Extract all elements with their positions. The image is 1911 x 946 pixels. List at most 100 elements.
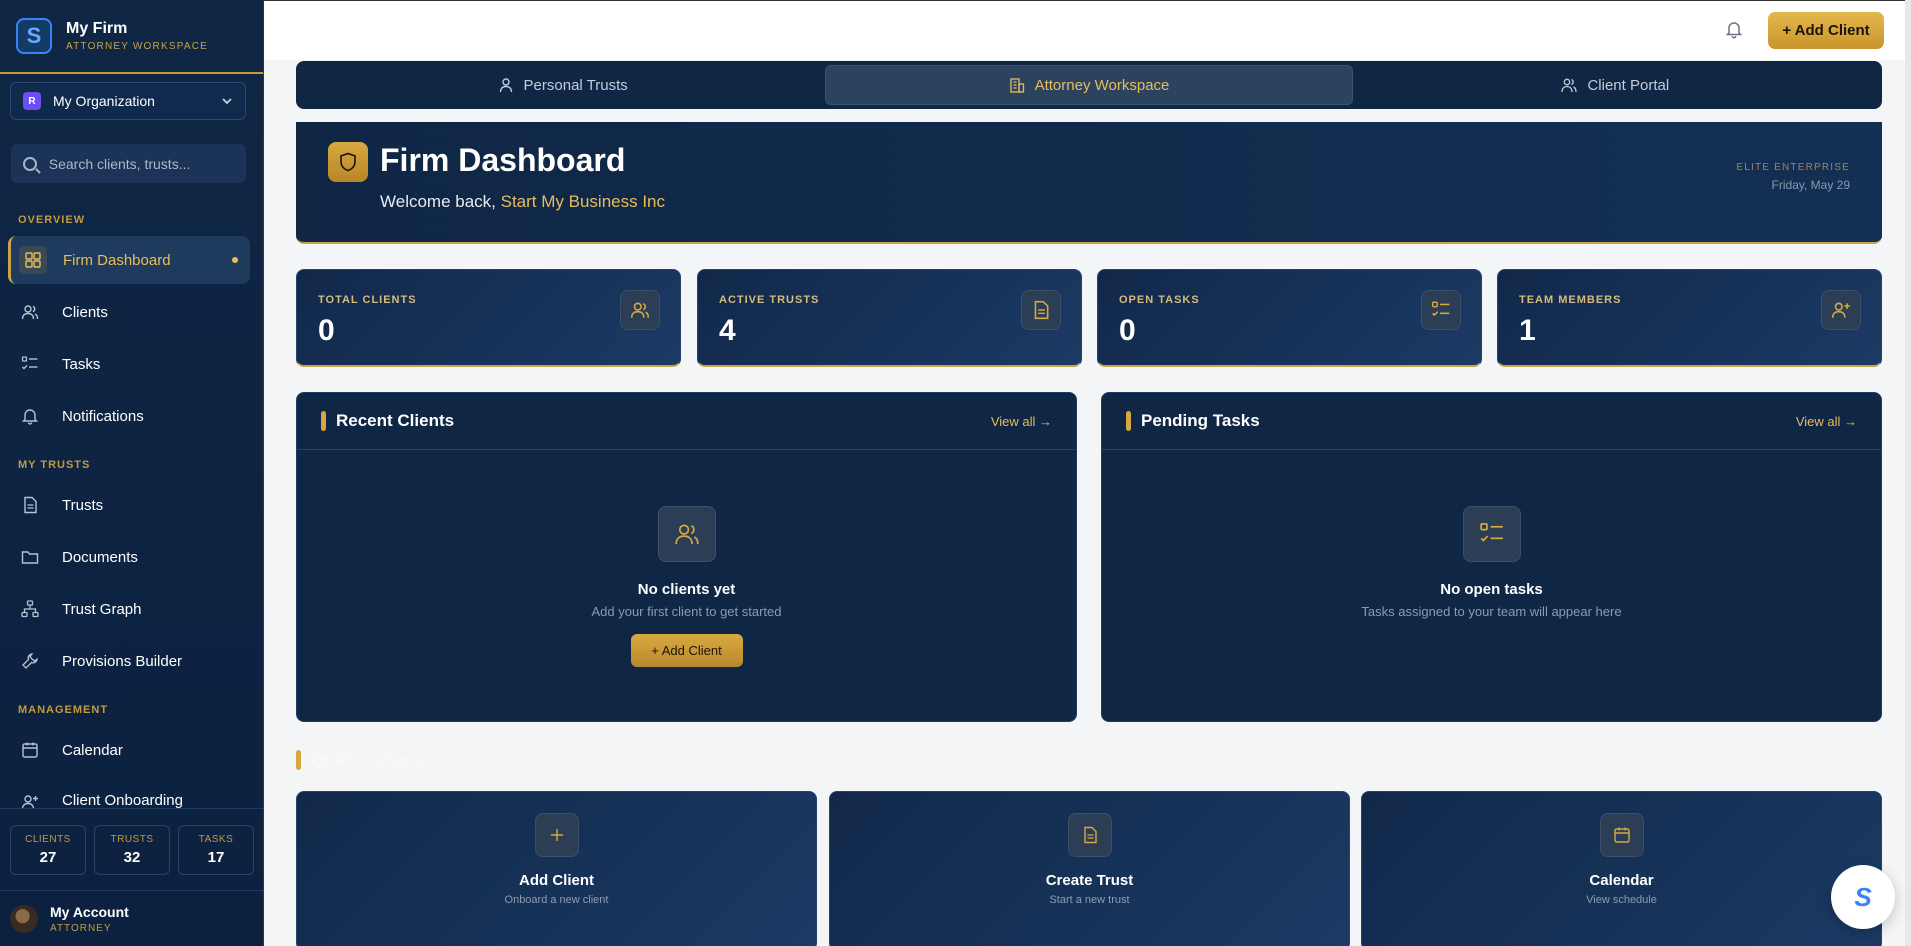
brand-header[interactable]: S My Firm ATTORNEY WORKSPACE (0, 0, 263, 74)
account-role: ATTORNEY (50, 922, 112, 934)
sidebar: S My Firm ATTORNEY WORKSPACE R My Organi… (0, 0, 264, 946)
brand-subtitle: ATTORNEY WORKSPACE (66, 41, 208, 52)
kpi-value: 1 (1519, 314, 1536, 347)
kpi-team-members[interactable]: TEAM MEMBERS 1 (1497, 269, 1882, 367)
quick-actions-heading: Quick Actions (296, 750, 425, 770)
stat-label: TASKS (198, 834, 234, 845)
stat-value: 27 (39, 849, 57, 866)
kpi-label: OPEN TASKS (1119, 294, 1200, 306)
empty-state-title: No open tasks (1440, 581, 1543, 598)
users-icon (620, 290, 660, 330)
pending-tasks-panel: Pending Tasks View all → No open tasks T… (1101, 392, 1882, 722)
calendar-icon (1599, 813, 1644, 857)
stat-label: TRUSTS (110, 834, 154, 845)
chevron-down-icon (222, 98, 232, 105)
plan-tier-badge: ELITE ENTERPRISE (1736, 162, 1850, 173)
bell-icon[interactable] (1724, 19, 1744, 39)
sidebar-item-client-onboarding[interactable]: Client Onboarding (8, 778, 250, 808)
brand-logo-icon: S (16, 18, 52, 54)
stat-tasks[interactable]: TASKS 17 (178, 825, 254, 875)
quick-action-subtitle: Start a new trust (1049, 894, 1130, 906)
kpi-value: 4 (719, 314, 736, 347)
quick-action-add-client[interactable]: Add Client Onboard a new client (296, 791, 817, 946)
organization-selector[interactable]: R My Organization (10, 82, 246, 120)
sidebar-item-trusts[interactable]: Trusts (8, 481, 250, 529)
search-box[interactable] (11, 144, 246, 183)
add-client-empty-button[interactable]: + Add Client (630, 634, 743, 667)
kpi-active-trusts[interactable]: ACTIVE TRUSTS 4 (697, 269, 1082, 367)
user-plus-icon (1821, 290, 1861, 330)
sidebar-item-firm-dashboard[interactable]: Firm Dashboard (8, 236, 250, 284)
quick-action-title: Add Client (519, 872, 594, 889)
quick-action-title: Create Trust (1045, 872, 1134, 889)
stat-trusts[interactable]: TRUSTS 32 (94, 825, 170, 875)
tab-label: Personal Trusts (523, 76, 628, 94)
quick-action-subtitle: View schedule (1586, 894, 1657, 906)
checklist-icon (20, 354, 40, 374)
user-icon (498, 77, 514, 93)
quick-action-calendar[interactable]: Calendar View schedule (1361, 791, 1882, 946)
current-date: Friday, May 29 (1771, 178, 1850, 192)
sidebar-item-calendar[interactable]: Calendar (8, 726, 250, 774)
welcome-name: Start My Business Inc (500, 192, 666, 211)
topbar: + Add Client (264, 0, 1911, 60)
kpi-value: 0 (1119, 314, 1136, 347)
stat-value: 32 (123, 849, 141, 866)
bell-icon (20, 406, 40, 426)
view-all-clients-link[interactable]: View all → (991, 414, 1052, 429)
sidebar-item-clients[interactable]: Clients (8, 288, 250, 336)
sidebar-item-label: Client Onboarding (62, 792, 183, 808)
page-title: Firm Dashboard (380, 142, 626, 178)
kpi-total-clients[interactable]: TOTAL CLIENTS 0 (296, 269, 681, 367)
section-title: Quick Actions (311, 750, 425, 769)
sidebar-item-tasks[interactable]: Tasks (8, 340, 250, 388)
sidebar-item-documents[interactable]: Documents (8, 533, 250, 581)
sidebar-item-label: Tasks (62, 355, 101, 373)
tab-attorney-workspace[interactable]: Attorney Workspace (825, 65, 1353, 105)
assistant-launcher-button[interactable]: S (1831, 865, 1895, 929)
tab-client-portal[interactable]: Client Portal (1353, 65, 1878, 105)
stat-clients[interactable]: CLIENTS 27 (10, 825, 86, 875)
avatar (10, 904, 38, 933)
section-label-management: MANAGEMENT (18, 704, 109, 716)
plus-icon (534, 813, 579, 857)
sidebar-item-label: Trust Graph (62, 600, 142, 618)
kpi-open-tasks[interactable]: OPEN TASKS 0 (1097, 269, 1482, 367)
account-menu[interactable]: My Account ATTORNEY (0, 890, 264, 946)
account-name: My Account (50, 903, 129, 920)
users-icon (657, 506, 716, 562)
sidebar-item-provisions-builder[interactable]: Provisions Builder (8, 637, 250, 685)
kpi-label: TEAM MEMBERS (1519, 294, 1622, 306)
view-all-tasks-link[interactable]: View all → (1796, 414, 1857, 429)
accent-bar (1126, 411, 1131, 431)
dashboard-hero: Firm Dashboard Welcome back, Start My Bu… (296, 122, 1882, 244)
sidebar-item-notifications[interactable]: Notifications (8, 392, 250, 440)
sidebar-item-label: Clients (62, 303, 108, 321)
brand-title: My Firm (66, 20, 128, 37)
shield-icon (328, 142, 368, 182)
sidebar-stats: CLIENTS 27 TRUSTS 32 TASKS 17 (0, 808, 264, 880)
kpi-label: ACTIVE TRUSTS (719, 294, 820, 306)
user-plus-icon (20, 792, 40, 808)
quick-action-subtitle: Onboard a new client (504, 894, 609, 906)
panel-title: Recent Clients (336, 411, 455, 430)
add-client-button[interactable]: + Add Client (1768, 12, 1884, 49)
quick-action-title: Calendar (1589, 872, 1654, 889)
page-scrollbar[interactable] (1905, 0, 1911, 946)
sidebar-item-label: Calendar (62, 741, 123, 759)
empty-state-title: No clients yet (637, 581, 736, 598)
document-icon (1067, 813, 1112, 857)
folder-icon (20, 547, 40, 567)
search-input[interactable] (48, 155, 234, 172)
section-label-my-trusts: MY TRUSTS (18, 459, 91, 471)
quick-action-create-trust[interactable]: Create Trust Start a new trust (829, 791, 1350, 946)
kpi-value: 0 (318, 314, 335, 347)
workspace-tabs: Personal Trusts Attorney Workspace Clien… (296, 61, 1882, 109)
empty-state-subtitle: Add your first client to get started (591, 604, 782, 619)
tab-label: Attorney Workspace (1034, 76, 1170, 94)
sidebar-item-trust-graph[interactable]: Trust Graph (8, 585, 250, 633)
tab-personal-trusts[interactable]: Personal Trusts (300, 65, 825, 105)
sidebar-item-label: Firm Dashboard (63, 251, 171, 269)
sidebar-item-label: Provisions Builder (62, 652, 183, 670)
calendar-icon (20, 740, 40, 760)
